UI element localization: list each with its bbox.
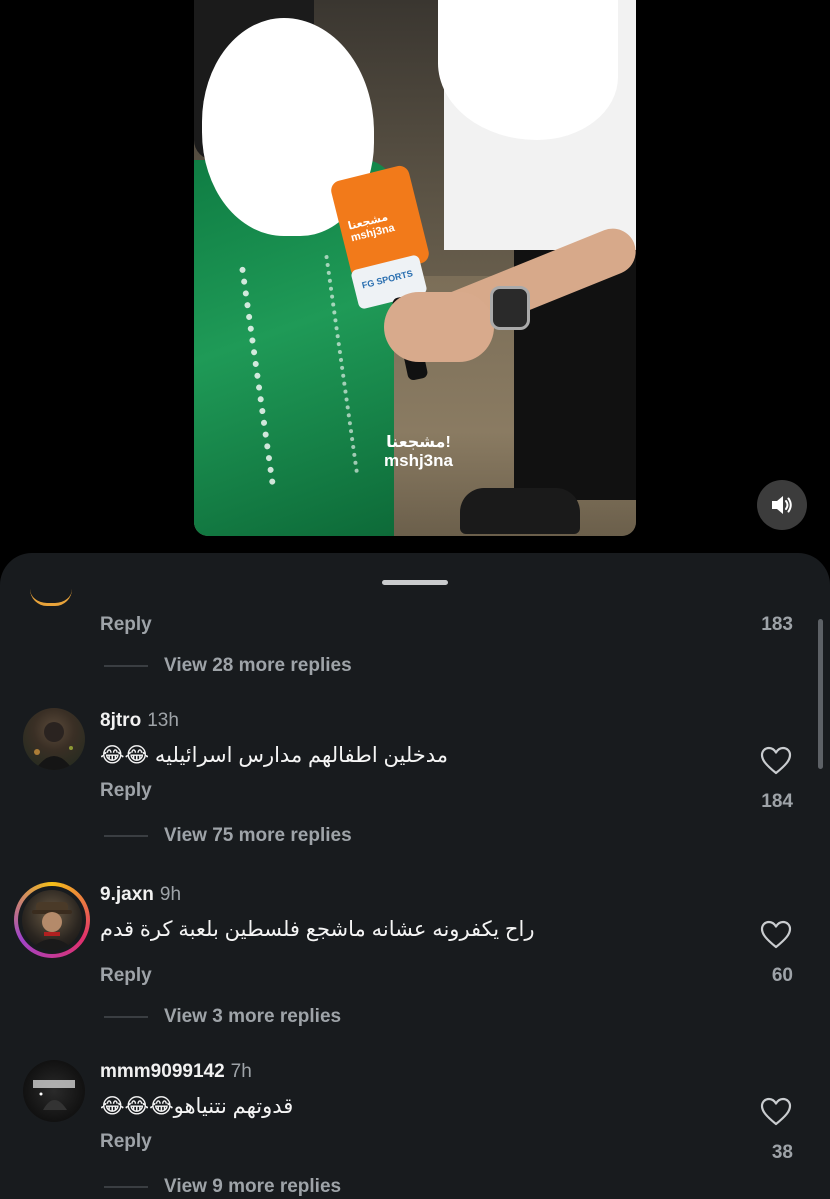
- comments-sheet[interactable]: Reply 183 View 28 more replies 8jtro 13h …: [0, 553, 830, 1199]
- speaker-on-icon: [772, 496, 792, 514]
- sheet-drag-handle[interactable]: [382, 580, 448, 585]
- comment-meta: 8jtro 13h: [100, 710, 179, 732]
- watermark-latin: mshj3na: [384, 451, 453, 470]
- view-more-label: View 75 more replies: [164, 825, 352, 846]
- like-count: 60: [771, 965, 793, 986]
- avatar[interactable]: [23, 1060, 85, 1122]
- heart-icon[interactable]: [760, 746, 792, 776]
- comment-text: راح يكفرونه عشانه ماشجع فلسطين بلعبة كرة…: [100, 918, 535, 941]
- mic-band-label: FG SPORTS: [360, 268, 414, 291]
- heart-icon[interactable]: [760, 1097, 792, 1127]
- avatar[interactable]: [23, 708, 85, 770]
- comment-time: 7h: [230, 1061, 252, 1082]
- previous-comment-emoji-fragment: [30, 589, 72, 606]
- comment-time: 9h: [159, 884, 182, 905]
- comments-scrollbar[interactable]: [818, 619, 823, 769]
- view-more-label: View 9 more replies: [164, 1176, 342, 1197]
- comment-text: مدخلين اطفالهم مدارس اسرائيليه 😂😂: [100, 744, 449, 767]
- reply-button[interactable]: Reply: [100, 965, 152, 987]
- view-more-label: View 28 more replies: [164, 655, 352, 676]
- video-person-hand: [384, 292, 494, 362]
- video-wristwatch: [490, 286, 530, 330]
- avatar-person-icon: [34, 722, 73, 770]
- video-player[interactable]: مشجعنا mshj3na FG SPORTS مشجعنا! mshj3na: [194, 0, 636, 536]
- avatar-story-ring[interactable]: [14, 882, 90, 958]
- view-more-replies[interactable]: View 9 more replies: [104, 1176, 341, 1198]
- comment-meta: 9.jaxn 9h: [100, 884, 181, 906]
- reply-button[interactable]: Reply: [100, 1131, 152, 1153]
- view-more-replies[interactable]: View 3 more replies: [104, 1006, 341, 1028]
- like-count: 184: [761, 791, 793, 812]
- comment-text: قدوتهم نتنياهو😂😂😂: [100, 1095, 294, 1118]
- view-more-label: View 3 more replies: [164, 1006, 342, 1027]
- comment-username[interactable]: 9.jaxn: [100, 884, 154, 905]
- view-more-divider: [104, 1186, 148, 1188]
- watermark-arabic: مشجعنا!: [386, 434, 451, 451]
- video-watermark: مشجعنا! mshj3na: [384, 434, 453, 470]
- avatar-person-icon: [30, 902, 74, 950]
- avatar-banner-icon: [33, 1080, 75, 1110]
- view-more-divider: [104, 665, 148, 667]
- mic-cube-label: مشجعنا mshj3na: [346, 211, 396, 245]
- reply-button[interactable]: Reply: [100, 614, 152, 636]
- like-count: 38: [771, 1142, 793, 1163]
- comment-meta: mmm9099142 7h: [100, 1061, 252, 1083]
- like-count: 183: [761, 614, 793, 635]
- view-more-replies[interactable]: View 28 more replies: [104, 655, 352, 677]
- avatar: [22, 890, 82, 950]
- comment-time: 13h: [147, 710, 179, 731]
- comment-username[interactable]: mmm9099142: [100, 1061, 225, 1082]
- heart-icon[interactable]: [760, 920, 792, 950]
- view-more-divider: [104, 835, 148, 837]
- view-more-replies[interactable]: View 75 more replies: [104, 825, 352, 847]
- sound-toggle-button[interactable]: [757, 480, 807, 530]
- view-more-divider: [104, 1016, 148, 1018]
- reply-button[interactable]: Reply: [100, 780, 152, 802]
- video-person-shoe: [460, 488, 580, 534]
- comment-username[interactable]: 8jtro: [100, 710, 141, 731]
